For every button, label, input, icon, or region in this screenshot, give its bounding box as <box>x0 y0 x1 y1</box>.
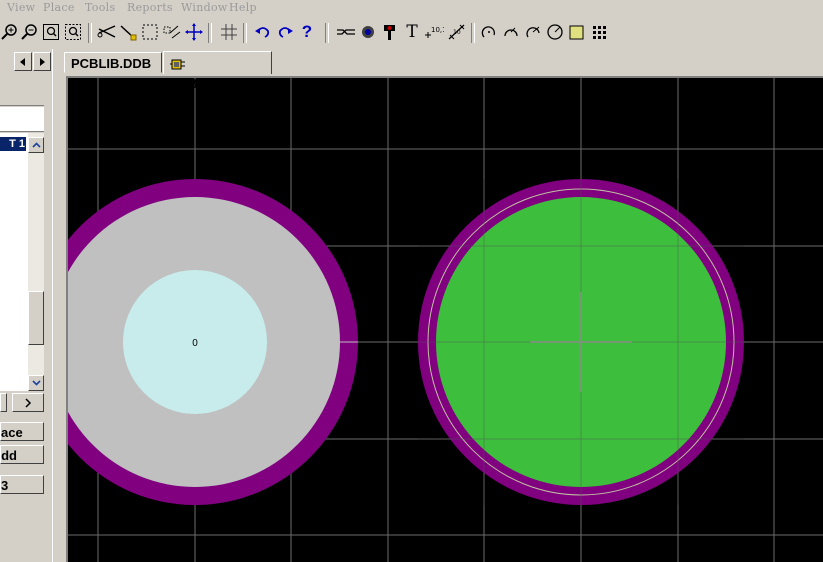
tab-label: PCBLIB.LIB <box>170 76 243 91</box>
menu-reports[interactable]: Reports <box>127 1 173 14</box>
tab-pcblib-lib[interactable]: PCBLIB.LIB <box>163 51 272 91</box>
grid-icon[interactable] <box>219 21 239 43</box>
arc-center-icon[interactable] <box>479 21 499 43</box>
tab-label: PCBLIB.DDB <box>71 56 152 71</box>
toolbar-separator <box>471 23 475 43</box>
panel-splitter[interactable] <box>52 49 63 562</box>
chevron-down-icon <box>31 380 41 386</box>
undo-icon[interactable] <box>253 21 273 43</box>
track-route-icon[interactable] <box>336 21 356 43</box>
toolbar-separator <box>208 23 212 43</box>
text-icon[interactable]: T <box>402 21 422 43</box>
toolbar-separator <box>88 23 92 43</box>
svg-text:10,10: 10,10 <box>431 26 444 34</box>
coordinate-icon[interactable]: 10,10 <box>424 21 444 43</box>
document-tabs: PCBLIB.DDB PCBLIB.LIB <box>62 49 823 91</box>
cross-move-icon[interactable] <box>184 21 204 43</box>
arrow-left-icon <box>20 57 25 66</box>
circle-icon[interactable] <box>545 21 565 43</box>
scroll-thumb[interactable] <box>28 291 44 345</box>
prev-button[interactable] <box>0 393 7 412</box>
left-panel: T 1 ace dd 3 <box>0 49 52 562</box>
zoom-in-icon[interactable] <box>0 21 20 43</box>
array-paste-icon[interactable] <box>590 21 610 43</box>
via-icon[interactable] <box>358 21 378 43</box>
dimension-icon[interactable]: 10 <box>447 21 467 43</box>
chevron-right-icon <box>25 397 32 408</box>
list-scrollbar[interactable] <box>28 133 44 391</box>
scroll-up-button[interactable] <box>28 137 44 153</box>
pcb-canvas[interactable]: 0 <box>68 78 823 562</box>
chevron-up-icon <box>31 142 41 148</box>
menu-bar: View Place Tools Reports Window Help <box>0 0 823 16</box>
mask-input[interactable] <box>0 107 44 132</box>
list-item-selected[interactable]: T 1 <box>0 137 26 151</box>
add-button[interactable]: dd <box>0 445 44 464</box>
toolbar-separator <box>325 23 329 43</box>
zoom-area-icon[interactable] <box>41 21 61 43</box>
zoom-out-icon[interactable] <box>20 21 40 43</box>
scroll-down-button[interactable] <box>28 375 44 391</box>
menu-place[interactable]: Place <box>43 1 75 14</box>
svg-text:10: 10 <box>453 29 461 36</box>
tab-pcblib-ddb[interactable]: PCBLIB.DDB <box>64 52 162 73</box>
redo-icon[interactable] <box>275 21 295 43</box>
arc-edge-icon[interactable] <box>501 21 521 43</box>
pcb-library-icon <box>170 59 185 70</box>
arrow-right-icon <box>40 57 45 66</box>
track-icon[interactable] <box>118 21 138 43</box>
menu-view[interactable]: View <box>7 1 35 14</box>
pad-icon[interactable] <box>380 21 400 43</box>
component-list[interactable]: T 1 <box>0 133 29 391</box>
toolbar-separator <box>243 23 247 43</box>
next-button[interactable] <box>12 393 44 412</box>
select-area-icon[interactable] <box>140 21 160 43</box>
toolbar: ? T 10,10 10 <box>0 17 823 49</box>
help-icon[interactable]: ? <box>297 21 317 43</box>
panel-button[interactable]: 3 <box>0 475 44 494</box>
pad-designator: 0 <box>192 338 198 349</box>
menu-help[interactable]: Help <box>229 1 257 14</box>
pcb-workspace[interactable]: 0 <box>66 76 823 562</box>
zoom-fit-icon[interactable] <box>63 21 83 43</box>
nav-right-button[interactable] <box>33 52 51 71</box>
cut-icon[interactable] <box>97 21 117 43</box>
panel-divider <box>0 105 44 106</box>
menu-window[interactable]: Window <box>181 1 228 14</box>
arc-any-icon[interactable] <box>523 21 543 43</box>
list-nav-row <box>0 393 46 412</box>
nav-left-button[interactable] <box>14 52 32 71</box>
menu-tools[interactable]: Tools <box>85 1 115 14</box>
move-icon[interactable] <box>162 21 182 43</box>
fill-icon[interactable] <box>567 21 587 43</box>
place-button[interactable]: ace <box>0 422 44 441</box>
